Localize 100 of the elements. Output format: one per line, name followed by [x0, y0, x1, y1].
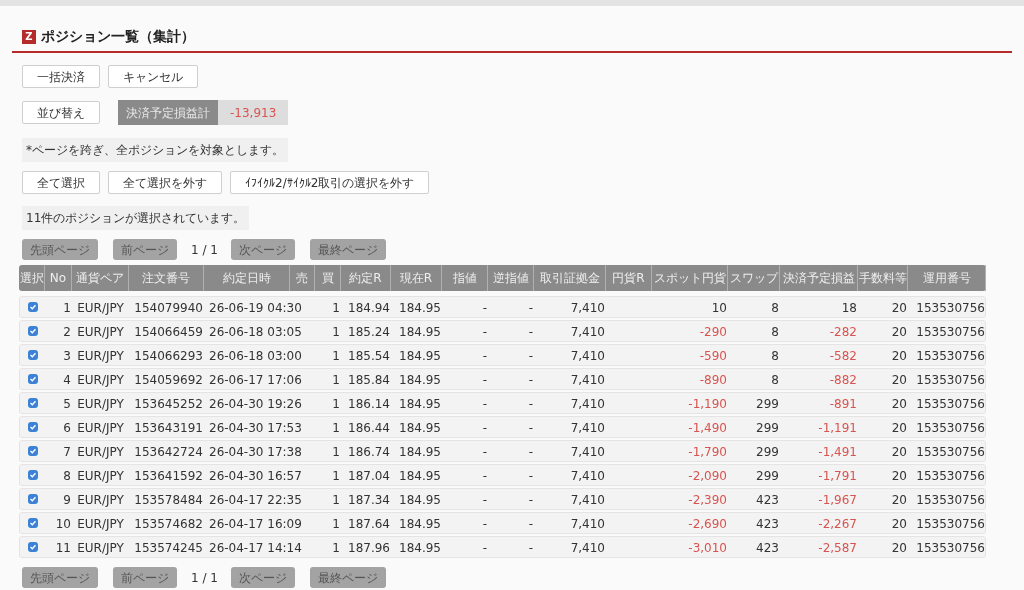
note-text: *ページを跨ぎ、全ポジションを対象とします。 — [22, 138, 288, 162]
row-checkbox[interactable] — [28, 326, 38, 336]
table-cell: 20 — [891, 373, 907, 387]
table-row[interactable]: 1 EUR/JPY 154079940 26-06-19 04:30 1 184.94 184.95 - - 7,410 10 8 18 20 153530756 — [19, 296, 986, 318]
table-cell: 1 — [332, 493, 340, 507]
table-cell: 20 — [891, 493, 907, 507]
table-cell: EUR/JPY — [77, 301, 124, 315]
table-cell: 26-06-17 17:06 — [209, 373, 302, 387]
table-cell: - — [528, 421, 533, 435]
table-cell: 187.34 — [348, 493, 390, 507]
table-cell: 153530756 — [916, 469, 985, 483]
row-checkbox[interactable] — [28, 398, 38, 408]
table-cell: 7,410 — [570, 421, 605, 435]
column-header: スポット円貨 — [652, 265, 728, 291]
row-checkbox[interactable] — [28, 494, 38, 504]
selected-message: 11件のポジションが選択されています。 — [22, 206, 250, 230]
table-cell: 20 — [891, 325, 907, 339]
table-row[interactable]: 3 EUR/JPY 154066293 26-06-18 03:00 1 185.54 184.95 - - 7,410 -590 8 -582 20 153530756 — [19, 344, 986, 366]
table-cell: -891 — [829, 397, 857, 411]
table-cell: - — [482, 541, 487, 555]
table-cell: 3 — [63, 349, 71, 363]
column-header: 約定R — [341, 265, 391, 291]
table-cell: 185.24 — [348, 325, 390, 339]
action-button[interactable]: 一括決済 — [22, 65, 100, 88]
table-cell: 1 — [332, 541, 340, 555]
table-cell: 1 — [332, 517, 340, 531]
row-checkbox[interactable] — [28, 446, 38, 456]
table-cell: 1 — [332, 469, 340, 483]
column-header: 通貨ペア — [72, 265, 129, 291]
table-cell: 26-04-30 17:53 — [209, 421, 302, 435]
table-row[interactable]: 2 EUR/JPY 154066459 26-06-18 03:05 1 185.24 184.95 - - 7,410 -290 8 -282 20 153530756 — [19, 320, 986, 342]
row-checkbox[interactable] — [28, 302, 38, 312]
table-cell: 26-06-18 03:00 — [209, 349, 302, 363]
row-checkbox[interactable] — [28, 542, 38, 552]
table-cell: 1 — [332, 301, 340, 315]
table-cell: - — [482, 373, 487, 387]
select-button[interactable]: ｲﾌｲｸﾙ2/ｻｲｸﾙ2取引の選択を外す — [230, 171, 430, 194]
sort-button[interactable]: 並び替え — [22, 101, 100, 124]
table-cell: 18 — [841, 301, 857, 315]
table-cell: 20 — [891, 469, 907, 483]
table-cell: 1 — [332, 325, 340, 339]
table-cell: 186.74 — [348, 445, 390, 459]
table-cell: 184.95 — [399, 349, 441, 363]
total-value: -13,913 — [229, 104, 278, 122]
table-row[interactable]: 4 EUR/JPY 154059692 26-06-17 17:06 1 185.84 184.95 - - 7,410 -890 8 -882 20 153530756 — [19, 368, 986, 390]
table-row[interactable]: 7 EUR/JPY 153642724 26-04-30 17:38 1 186.74 184.95 - - 7,410 -1,790 299 -1,491 20 153530756 — [19, 440, 986, 462]
column-header: 注文番号 — [129, 265, 204, 291]
logo-icon: Z — [22, 29, 36, 44]
table-cell: 299 — [756, 421, 779, 435]
table-row[interactable]: 8 EUR/JPY 153641592 26-04-30 16:57 1 187.04 184.95 - - 7,410 -2,090 299 -1,791 20 153530756 — [19, 464, 986, 486]
row-checkbox[interactable] — [28, 518, 38, 528]
table-cell: 423 — [756, 517, 779, 531]
table-cell: -290 — [699, 325, 727, 339]
table-cell: 153530756 — [916, 517, 985, 531]
table-cell: 184.95 — [399, 541, 441, 555]
select-button[interactable]: 全て選択を外す — [108, 171, 222, 194]
table-row[interactable]: 10 EUR/JPY 153574682 26-04-17 16:09 1 187.64 184.95 - - 7,410 -2,690 423 -2,267 20 153530756 — [19, 512, 986, 534]
table-cell: 7,410 — [570, 349, 605, 363]
column-header: 指値 — [442, 265, 488, 291]
table-cell: - — [528, 469, 533, 483]
table-cell: 153574245 — [134, 541, 203, 555]
table-cell: EUR/JPY — [77, 517, 124, 531]
table-row[interactable]: 11 EUR/JPY 153574245 26-04-17 14:14 1 187.96 184.95 - - 7,410 -3,010 423 -2,587 20 153530756 — [19, 536, 986, 558]
table-cell: -1,967 — [818, 493, 857, 507]
table-cell: 7,410 — [570, 445, 605, 459]
row-checkbox[interactable] — [28, 422, 38, 432]
table-cell: 299 — [756, 445, 779, 459]
table-cell: 1 — [332, 349, 340, 363]
table-cell: 8 — [771, 325, 779, 339]
table-cell: 4 — [63, 373, 71, 387]
table-cell: 26-04-17 16:09 — [209, 517, 302, 531]
table-cell: -2,267 — [818, 517, 857, 531]
table-cell: - — [482, 349, 487, 363]
table-row[interactable]: 9 EUR/JPY 153578484 26-04-17 22:35 1 187.34 184.95 - - 7,410 -2,390 423 -1,967 20 153530756 — [19, 488, 986, 510]
action-button[interactable]: キャンセル — [108, 65, 198, 88]
table-cell: - — [528, 445, 533, 459]
table-cell: 8 — [771, 349, 779, 363]
table-cell: 187.96 — [348, 541, 390, 555]
table-cell: 153578484 — [134, 493, 203, 507]
table-cell: 153530756 — [916, 301, 985, 315]
table-cell: 26-06-18 03:05 — [209, 325, 302, 339]
column-header: 手数料等 — [858, 265, 908, 291]
table-cell: EUR/JPY — [77, 397, 124, 411]
row-checkbox[interactable] — [28, 350, 38, 360]
table-cell: 20 — [891, 445, 907, 459]
select-button[interactable]: 全て選択 — [22, 171, 100, 194]
table-cell: -282 — [829, 325, 857, 339]
table-cell: - — [482, 301, 487, 315]
table-cell: -882 — [829, 373, 857, 387]
column-header: 円貨R — [606, 265, 652, 291]
table-cell: 1 — [332, 445, 340, 459]
table-cell: 10 — [711, 301, 727, 315]
table-cell: 7,410 — [570, 493, 605, 507]
row-checkbox[interactable] — [28, 470, 38, 480]
table-cell: 10 — [55, 517, 71, 531]
table-row[interactable]: 5 EUR/JPY 153645252 26-04-30 19:26 1 186.14 184.95 - - 7,410 -1,190 299 -891 20 153530756 — [19, 392, 986, 414]
table-cell: 154079940 — [134, 301, 203, 315]
row-checkbox[interactable] — [28, 374, 38, 384]
table-cell: 153641592 — [134, 469, 203, 483]
table-row[interactable]: 6 EUR/JPY 153643191 26-04-30 17:53 1 186.44 184.95 - - 7,410 -1,490 299 -1,191 20 153530756 — [19, 416, 986, 438]
